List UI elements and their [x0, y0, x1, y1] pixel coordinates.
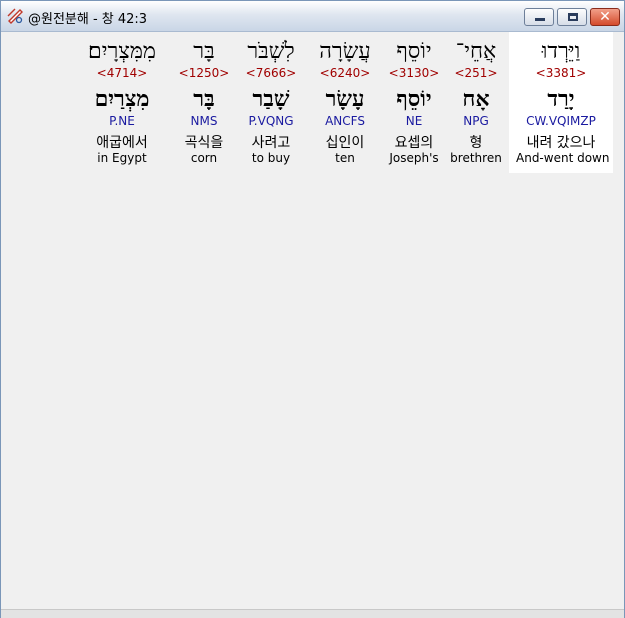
- hebrew-word: בָּר: [193, 39, 215, 64]
- hebrew-word: וַיֵּרְדוּ: [541, 39, 581, 64]
- korean-gloss: 내려 갔으나: [526, 135, 596, 151]
- close-icon: ✕: [599, 9, 611, 25]
- close-button[interactable]: ✕: [590, 8, 620, 26]
- root-word: בָּר: [193, 86, 215, 112]
- english-gloss: And-went down: [516, 151, 610, 165]
- root-word: מִצְרַיִם: [94, 86, 150, 112]
- strong-number[interactable]: <3381>: [516, 66, 606, 80]
- english-gloss: corn: [190, 151, 218, 165]
- hebrew-word: מִמִּצְרָיִם׃: [88, 39, 156, 64]
- strong-number[interactable]: <1250>: [159, 66, 249, 80]
- korean-gloss: 곡식을: [184, 135, 224, 151]
- title-bar[interactable]: @원전분해 - 창 42:3 ✕: [1, 1, 624, 32]
- parse-code: CW.VQIMZP: [526, 114, 596, 128]
- app-icon: [7, 8, 23, 24]
- maximize-button[interactable]: [557, 8, 587, 26]
- english-gloss: in Egypt: [97, 151, 147, 165]
- korean-gloss: 애굽에서: [96, 135, 148, 151]
- root-word: יָרַד: [547, 86, 575, 112]
- status-bar: [1, 609, 624, 618]
- interlinear-panel: וַיֵּרְדוּ <3381> יָרַד CW.VQIMZP 내려 갔으나…: [5, 32, 622, 610]
- parse-code: NMS: [190, 114, 218, 128]
- window-title: @원전분해 - 창 42:3: [28, 12, 148, 27]
- parse-code: P.NE: [109, 114, 135, 128]
- maximize-icon: [568, 13, 578, 21]
- main-window: @원전분해 - 창 42:3 ✕ וַיֵּרְדוּ <3381> יָרַד…: [0, 0, 625, 618]
- minimize-button[interactable]: [524, 8, 554, 26]
- minimize-icon: [535, 18, 545, 21]
- strong-number[interactable]: <4714>: [77, 66, 167, 80]
